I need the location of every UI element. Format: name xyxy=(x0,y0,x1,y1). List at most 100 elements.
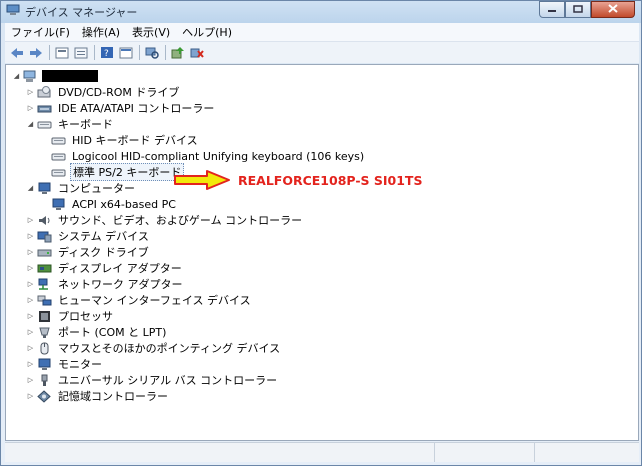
tree-item[interactable]: ▷ プロセッサ xyxy=(26,308,115,324)
status-cell-main xyxy=(5,443,435,462)
hid-icon xyxy=(37,294,52,307)
port-icon xyxy=(37,326,52,339)
tree-item[interactable]: ▷ ユニバーサル シリアル バス コントローラー xyxy=(26,372,279,388)
tree-item-label: ACPI x64-based PC xyxy=(72,197,176,211)
tree-item[interactable]: ▷ ヒューマン インターフェイス デバイス xyxy=(26,292,253,308)
collapsed-triangle-icon[interactable]: ▷ xyxy=(26,296,35,305)
svg-text:?: ? xyxy=(104,49,109,59)
help-icon[interactable]: ? xyxy=(99,45,115,61)
title-bar[interactable]: デバイス マネージャー xyxy=(1,1,641,21)
tree-item-label: ヒューマン インターフェイス デバイス xyxy=(58,294,251,307)
tree-item[interactable]: ▷ マウスとそのほかのポインティング デバイス xyxy=(26,340,282,356)
tree-item[interactable]: ▷ ディスク ドライブ xyxy=(26,244,151,260)
tree-item[interactable]: ▷ ネットワーク アダプター xyxy=(26,276,185,292)
tree-item[interactable]: 標準 PS/2 キーボード xyxy=(40,163,185,181)
status-cell-2 xyxy=(435,443,535,462)
menu-bar: ファイル(F) 操作(A) 表示(V) ヘルプ(H) xyxy=(5,23,639,42)
toolbar-separator xyxy=(139,45,140,60)
tree-item-label: ポート (COM と LPT) xyxy=(58,326,167,339)
tree-item[interactable]: ▷ DVD/CD-ROM ドライブ xyxy=(26,84,181,100)
collapsed-triangle-icon[interactable]: ▷ xyxy=(26,392,35,401)
tree-item[interactable]: ▷ 記憶域コントローラー xyxy=(26,388,170,404)
network-icon xyxy=(37,278,52,291)
tree-item-label: HID キーボード デバイス xyxy=(72,134,198,147)
tree-item-label: IDE ATA/ATAPI コントローラー xyxy=(58,102,215,115)
tree-item[interactable]: ACPI x64-based PC xyxy=(40,196,178,212)
menu-view[interactable]: 表示(V) xyxy=(126,24,176,40)
tree-item[interactable]: ◢ キーボード xyxy=(26,116,115,132)
collapsed-triangle-icon[interactable]: ▷ xyxy=(26,328,35,337)
tree-item-label: システム デバイス xyxy=(58,230,149,243)
collapsed-triangle-icon[interactable]: ▷ xyxy=(26,248,35,257)
toolbar-separator xyxy=(49,45,50,60)
tree-item[interactable]: ▷ IDE ATA/ATAPI コントローラー xyxy=(26,100,216,116)
tree-item[interactable]: ▷ ディスプレイ アダプター xyxy=(26,260,184,276)
tree-item[interactable]: Logicool HID-compliant Unifying keyboard… xyxy=(40,148,366,164)
maximize-button[interactable] xyxy=(565,1,591,18)
tree-root[interactable]: ◢ xyxy=(12,68,98,84)
tree-item[interactable]: ▷ サウンド、ビデオ、およびゲーム コントローラー xyxy=(26,212,304,228)
window-title: デバイス マネージャー xyxy=(25,6,138,19)
show-hidden-icon[interactable] xyxy=(73,45,89,61)
speaker-icon xyxy=(37,214,52,227)
redacted-computer-name xyxy=(42,70,98,82)
storage-controller-icon xyxy=(37,389,52,403)
tree-item-label: ユニバーサル シリアル バス コントローラー xyxy=(58,374,278,387)
menu-file[interactable]: ファイル(F) xyxy=(5,24,76,40)
view-icon[interactable] xyxy=(118,45,134,61)
minimize-icon xyxy=(547,3,557,16)
collapsed-triangle-icon[interactable]: ▷ xyxy=(26,88,35,97)
device-tree[interactable]: ◢ ▷ DVD/CD-ROM ドライブ ▷ IDE ATA/ATAPI コントローラー… xyxy=(5,64,639,441)
device-manager-window: デバイス マネージャー ファイル(F) 操作(A) 表示(V) ヘルプ(H) ?… xyxy=(0,0,642,466)
forward-arrow-icon[interactable] xyxy=(28,45,44,61)
tree-item[interactable]: ▷ システム デバイス xyxy=(26,228,151,244)
collapsed-triangle-icon[interactable]: ▷ xyxy=(26,344,35,353)
device-manager-icon xyxy=(6,4,20,16)
window-controls xyxy=(539,1,635,19)
collapsed-triangle-icon[interactable]: ▷ xyxy=(26,216,35,225)
uninstall-icon[interactable] xyxy=(189,45,205,61)
menu-help[interactable]: ヘルプ(H) xyxy=(176,24,238,40)
tree-item-label: 記憶域コントローラー xyxy=(58,390,168,403)
expanded-triangle-icon[interactable]: ◢ xyxy=(26,120,35,129)
collapsed-triangle-icon[interactable]: ▷ xyxy=(26,104,35,113)
status-cell-3 xyxy=(535,443,639,462)
tree-item-label: サウンド、ビデオ、およびゲーム コントローラー xyxy=(58,214,303,227)
keyboard-icon xyxy=(51,134,66,147)
close-icon xyxy=(608,3,618,16)
back-arrow-icon[interactable] xyxy=(9,45,25,61)
update-driver-icon[interactable] xyxy=(170,45,186,61)
collapsed-triangle-icon[interactable]: ▷ xyxy=(26,360,35,369)
keyboard-icon xyxy=(51,150,66,163)
tree-item[interactable]: ▷ ポート (COM と LPT) xyxy=(26,324,168,340)
monitor-icon xyxy=(37,358,52,371)
collapsed-triangle-icon[interactable]: ▷ xyxy=(26,312,35,321)
tree-item[interactable]: HID キーボード デバイス xyxy=(40,132,200,148)
disk-drive-icon xyxy=(37,246,52,259)
expanded-triangle-icon[interactable]: ◢ xyxy=(12,72,21,81)
properties-icon[interactable] xyxy=(54,45,70,61)
scan-hardware-icon[interactable] xyxy=(144,45,160,61)
close-button[interactable] xyxy=(591,1,635,18)
collapsed-triangle-icon[interactable]: ▷ xyxy=(26,264,35,273)
expanded-triangle-icon[interactable]: ◢ xyxy=(26,184,35,193)
mouse-icon xyxy=(37,342,52,355)
keyboard-icon xyxy=(37,118,52,131)
collapsed-triangle-icon[interactable]: ▷ xyxy=(26,280,35,289)
computer-icon xyxy=(23,70,38,83)
tree-item[interactable]: ◢ コンピューター xyxy=(26,180,137,196)
toolbar-separator xyxy=(94,45,95,60)
status-bar xyxy=(5,442,639,462)
tree-item-label: プロセッサ xyxy=(58,310,113,323)
system-icon xyxy=(37,230,52,243)
collapsed-triangle-icon[interactable]: ▷ xyxy=(26,376,35,385)
tree-item[interactable]: ▷ モニター xyxy=(26,356,104,372)
minimize-button[interactable] xyxy=(539,1,565,18)
menu-action[interactable]: 操作(A) xyxy=(76,24,126,40)
collapsed-triangle-icon[interactable]: ▷ xyxy=(26,232,35,241)
annotation-arrow xyxy=(174,170,230,190)
